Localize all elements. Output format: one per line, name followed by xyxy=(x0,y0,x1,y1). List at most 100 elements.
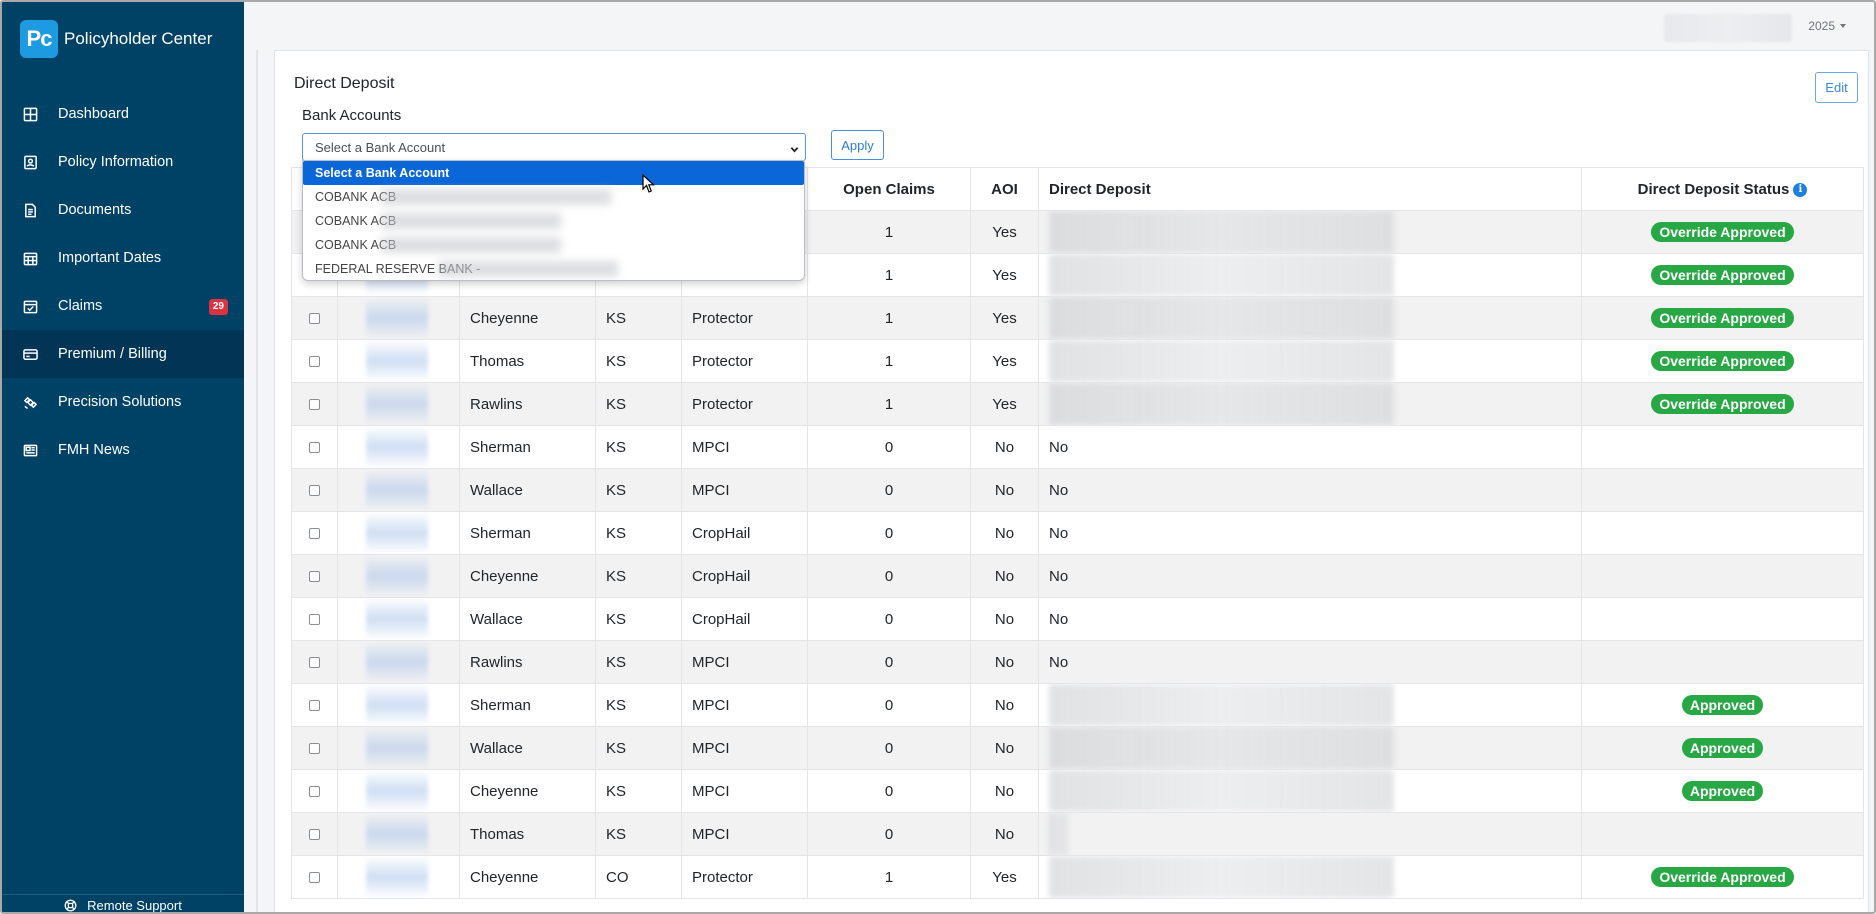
direct-deposit-cell: No xyxy=(1038,425,1582,469)
policy-number-redacted[interactable] xyxy=(366,727,428,769)
header-aoi[interactable]: AOI xyxy=(970,167,1039,211)
policy-number-redacted[interactable] xyxy=(366,770,428,812)
account-number-redacted xyxy=(438,261,618,277)
logo-icon: Pc xyxy=(20,20,58,58)
row-checkbox[interactable] xyxy=(309,527,320,539)
dropdown-option-bank[interactable]: COBANK ACB xyxy=(303,209,804,233)
sidebar-item-label: Dashboard xyxy=(58,106,129,122)
policy-number-redacted[interactable] xyxy=(366,813,428,855)
open-claims-cell: 0 xyxy=(807,511,971,555)
row-checkbox[interactable] xyxy=(309,699,320,711)
row-checkbox[interactable] xyxy=(309,484,320,496)
header-open-claims[interactable]: Open Claims xyxy=(807,167,971,211)
dropdown-option-bank[interactable]: FEDERAL RESERVE BANK - xyxy=(303,257,804,281)
direct-deposit-cell xyxy=(1038,683,1582,727)
status-cell xyxy=(1581,468,1864,512)
row-checkbox[interactable] xyxy=(309,656,320,668)
sidebar-item-important-dates[interactable]: Important Dates xyxy=(2,234,244,282)
table-row[interactable]: Rawlins KS Protector 1 Yes Override Approved xyxy=(291,382,1864,426)
sidebar-item-fmh-news[interactable]: FMH News xyxy=(2,426,244,474)
sidebar-item-dashboard[interactable]: Dashboard xyxy=(2,90,244,138)
row-checkbox[interactable] xyxy=(309,828,320,840)
sidebar-item-premium-billing[interactable]: Premium / Billing xyxy=(2,330,244,378)
policy-number-redacted[interactable] xyxy=(366,340,428,382)
credit-card-icon xyxy=(22,346,38,362)
aoi-cell: Yes xyxy=(970,339,1039,383)
dropdown-option-placeholder[interactable]: Select a Bank Account xyxy=(303,161,804,185)
chevron-down-icon xyxy=(790,142,799,153)
policy-number-redacted[interactable] xyxy=(366,598,428,640)
direct-deposit-cell: No xyxy=(1038,554,1582,598)
row-checkbox[interactable] xyxy=(309,570,320,582)
row-checkbox[interactable] xyxy=(309,441,320,453)
row-select-cell xyxy=(291,296,338,340)
policy-number-redacted[interactable] xyxy=(366,856,428,898)
table-row[interactable]: Cheyenne KS CropHail 0 No No xyxy=(291,554,1864,598)
aoi-cell: No xyxy=(970,640,1039,684)
status-cell: Override Approved xyxy=(1581,339,1864,383)
sidebar-item-precision-solutions[interactable]: Precision Solutions xyxy=(2,378,244,426)
direct-deposit-cell: No xyxy=(1038,640,1582,684)
plan-cell: MPCI xyxy=(681,683,808,727)
dropdown-option-bank[interactable]: COBANK ACB xyxy=(303,185,804,209)
policy-number-redacted[interactable] xyxy=(366,297,428,339)
table-row[interactable]: Wallace KS CropHail 0 No No xyxy=(291,597,1864,641)
policy-cell xyxy=(337,769,460,813)
sidebar-item-claims[interactable]: Claims 29 xyxy=(2,282,244,330)
table-row[interactable]: Thomas KS MPCI 0 No xyxy=(291,812,1864,856)
status-cell xyxy=(1581,511,1864,555)
header-direct-deposit[interactable]: Direct Deposit xyxy=(1038,167,1582,211)
sidebar-item-policy-information[interactable]: Policy Information xyxy=(2,138,244,186)
policy-cell xyxy=(337,511,460,555)
table-row[interactable]: Sherman KS MPCI 0 No No xyxy=(291,425,1864,469)
policy-cell xyxy=(337,812,460,856)
sidebar-item-documents[interactable]: Documents xyxy=(2,186,244,234)
id-card-icon xyxy=(22,154,38,170)
table-row[interactable]: Wallace KS MPCI 0 No Approved xyxy=(291,726,1864,770)
direct-deposit-cell: No xyxy=(1038,597,1582,641)
apply-button[interactable]: Apply xyxy=(831,130,884,160)
policy-cell xyxy=(337,683,460,727)
state-cell: KS xyxy=(595,425,682,469)
remote-support-link[interactable]: Remote Support xyxy=(2,894,244,912)
grid-icon xyxy=(22,106,38,122)
dropdown-option-bank[interactable]: COBANK ACB xyxy=(303,233,804,257)
row-checkbox[interactable] xyxy=(309,355,320,367)
table-row[interactable]: Cheyenne KS MPCI 0 No Approved xyxy=(291,769,1864,813)
policy-number-redacted[interactable] xyxy=(366,426,428,468)
policy-number-redacted[interactable] xyxy=(366,512,428,554)
table-row[interactable]: Wallace KS MPCI 0 No No xyxy=(291,468,1864,512)
row-checkbox[interactable] xyxy=(309,398,320,410)
table-row[interactable]: Sherman KS CropHail 0 No No xyxy=(291,511,1864,555)
info-icon[interactable]: i xyxy=(1793,182,1808,197)
policy-number-redacted[interactable] xyxy=(366,383,428,425)
year-selector[interactable]: 2025 xyxy=(1808,19,1846,33)
table-row[interactable]: Cheyenne CO Protector 1 Yes Override Approved xyxy=(291,855,1864,899)
row-checkbox[interactable] xyxy=(309,613,320,625)
row-checkbox[interactable] xyxy=(309,742,320,754)
policy-number-redacted[interactable] xyxy=(366,641,428,683)
bank-account-select[interactable]: Select a Bank Account xyxy=(302,133,806,161)
brand[interactable]: Pc Policyholder Center xyxy=(20,20,212,58)
table-row[interactable]: Thomas KS Protector 1 Yes Override Approved xyxy=(291,339,1864,383)
year-value: 2025 xyxy=(1808,19,1835,33)
direct-deposit-redacted xyxy=(1049,340,1394,382)
table-row[interactable]: Cheyenne KS Protector 1 Yes Override Approved xyxy=(291,296,1864,340)
row-select-cell xyxy=(291,855,338,899)
bank-select-value: Select a Bank Account xyxy=(315,139,446,155)
table-row[interactable]: Sherman KS MPCI 0 No Approved xyxy=(291,683,1864,727)
direct-deposit-cell xyxy=(1038,812,1582,856)
edit-button[interactable]: Edit xyxy=(1815,72,1858,103)
state-cell: KS xyxy=(595,468,682,512)
policy-number-redacted[interactable] xyxy=(366,469,428,511)
calendar-grid-icon xyxy=(22,250,38,266)
table-row[interactable]: Rawlins KS MPCI 0 No No xyxy=(291,640,1864,684)
row-checkbox[interactable] xyxy=(309,871,320,883)
header-direct-deposit-status[interactable]: Direct Deposit Status i xyxy=(1581,167,1864,211)
row-checkbox[interactable] xyxy=(309,312,320,324)
sidebar-item-label: Premium / Billing xyxy=(58,346,167,362)
county-cell: Cheyenne xyxy=(459,769,596,813)
policy-number-redacted[interactable] xyxy=(366,555,428,597)
row-checkbox[interactable] xyxy=(309,785,320,797)
policy-number-redacted[interactable] xyxy=(366,684,428,726)
